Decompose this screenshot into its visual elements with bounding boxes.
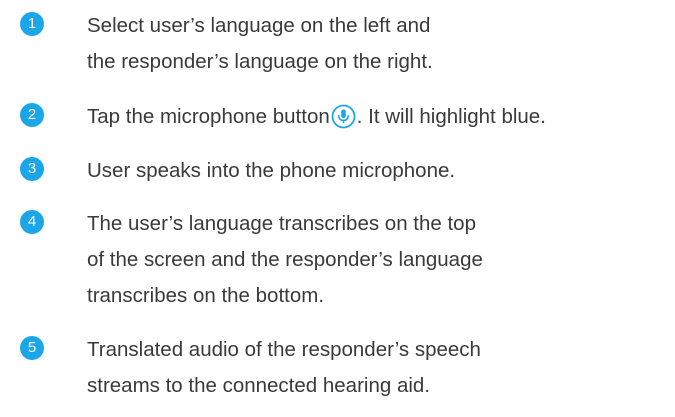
step-text: Translated audio of the responder’s spee… (87, 332, 667, 404)
step-number-badge: 4 (20, 210, 44, 234)
step-text-line: User speaks into the phone microphone. (87, 159, 456, 182)
step-number-badge: 2 (20, 103, 44, 127)
microphone-icon (331, 104, 356, 129)
step-text: Select user’s language on the left and t… (87, 8, 667, 80)
step-number-badge: 5 (20, 336, 44, 360)
step-text-line: the responder’s language on the right. (87, 50, 433, 73)
step-number-badge: 3 (20, 157, 44, 181)
step-text-line: Translated audio of the responder’s spee… (87, 338, 481, 361)
step-text-after-icon: . It will highlight blue. (356, 105, 546, 128)
step-text: Tap the microphone button . It will high… (87, 99, 667, 135)
step-text-line: transcribes on the bottom. (87, 284, 325, 307)
step-number-badge: 1 (20, 12, 44, 36)
step-text: The user’s language transcribes on the t… (87, 206, 667, 314)
step-text-line: streams to the connected hearing aid. (87, 374, 431, 397)
step-text-line: The user’s language transcribes on the t… (87, 212, 476, 235)
step-text-line: Select user’s language on the left and (87, 14, 431, 37)
step-text-line: of the screen and the responder’s langua… (87, 248, 483, 271)
step-text-before-icon: Tap the microphone button (87, 105, 330, 128)
step-text: User speaks into the phone microphone. (87, 153, 667, 189)
